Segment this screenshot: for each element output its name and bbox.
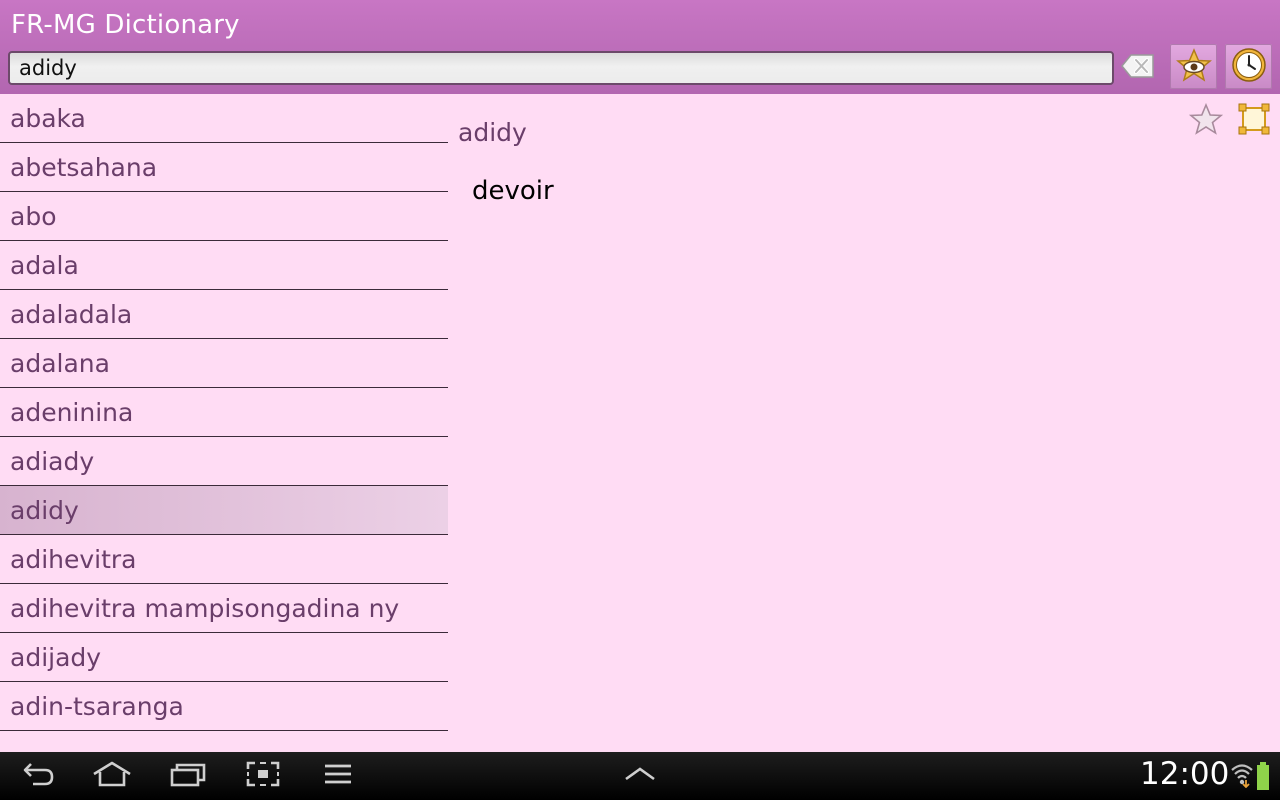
clear-search-button[interactable] — [1120, 52, 1156, 84]
menu-icon — [323, 763, 353, 789]
home-button[interactable] — [84, 758, 140, 794]
menu-button[interactable] — [310, 758, 366, 794]
history-button[interactable] — [1225, 44, 1272, 89]
list-item[interactable]: abaka — [0, 94, 448, 143]
expand-up-button[interactable] — [612, 758, 668, 794]
home-icon — [91, 760, 133, 792]
status-clock[interactable]: 12:00 — [1140, 756, 1229, 792]
fullscreen-button[interactable] — [1235, 102, 1273, 140]
list-item[interactable]: adeninina — [0, 388, 448, 437]
app-title: FR-MG Dictionary — [11, 10, 240, 40]
up-chevron-icon — [623, 764, 657, 788]
detail-definition: devoir — [472, 176, 554, 206]
app-header: FR-MG Dictionary — [0, 0, 1280, 94]
battery-icon — [1256, 762, 1270, 794]
detail-headword: adidy — [458, 118, 527, 147]
list-item[interactable]: adaladala — [0, 290, 448, 339]
status-icons[interactable] — [1230, 762, 1276, 790]
list-item[interactable]: adala — [0, 241, 448, 290]
recent-apps-button[interactable] — [160, 758, 216, 794]
history-clock-icon — [1231, 47, 1267, 87]
list-item[interactable]: adihevitra — [0, 535, 448, 584]
list-item[interactable]: adijady — [0, 633, 448, 682]
list-item[interactable]: adihevitra mampisongadina ny — [0, 584, 448, 633]
list-item[interactable]: adin-tsaranga — [0, 682, 448, 731]
list-item[interactable]: adalana — [0, 339, 448, 388]
list-item[interactable]: abo — [0, 192, 448, 241]
back-button[interactable] — [11, 758, 67, 794]
star-icon — [1188, 102, 1224, 139]
back-icon — [21, 760, 57, 792]
list-item[interactable]: adidy — [0, 486, 448, 535]
recent-apps-icon — [169, 760, 207, 792]
screenshot-icon — [245, 760, 281, 792]
add-favorite-button[interactable] — [1187, 102, 1225, 140]
list-item[interactable]: abetsahana — [0, 143, 448, 192]
clear-text-icon — [1121, 53, 1155, 83]
favorites-button[interactable] — [1170, 44, 1217, 89]
search-input[interactable] — [8, 51, 1114, 85]
screenshot-button[interactable] — [235, 758, 291, 794]
fullscreen-icon — [1237, 102, 1271, 140]
wifi-icon — [1230, 762, 1254, 792]
word-list[interactable]: abaka abetsahana abo adala adaladala ada… — [0, 94, 448, 752]
system-navbar — [0, 752, 1280, 800]
favorites-view-icon — [1175, 47, 1212, 86]
list-item[interactable]: adiady — [0, 437, 448, 486]
